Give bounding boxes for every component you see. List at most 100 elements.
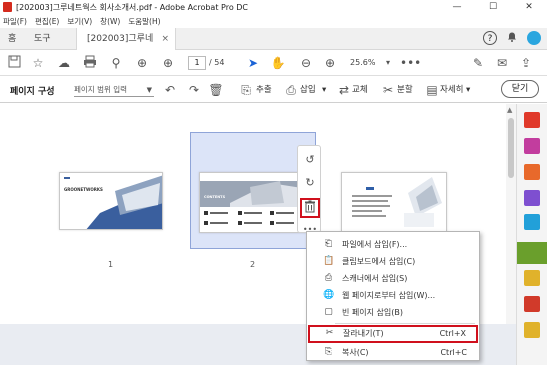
protect-icon[interactable]: [524, 296, 540, 312]
replace-icon: ⇄: [338, 83, 350, 97]
maximize-button[interactable]: ☐: [475, 0, 511, 14]
scissors-icon: ✂: [325, 328, 334, 338]
delete-page-button[interactable]: [300, 198, 320, 218]
menu-insert-blank-page[interactable]: ▢ 빈 페이지 삽입(B): [307, 304, 479, 321]
close-window-button[interactable]: ✕: [511, 0, 547, 14]
tab-bar: 홈 도구 [202003]그루네트... × ?: [0, 28, 547, 66]
export-pdf-icon[interactable]: [524, 214, 540, 230]
save-icon[interactable]: [6, 55, 22, 71]
notification-bell-icon[interactable]: [505, 31, 519, 45]
page-thumbnail-2[interactable]: CONTENTS: [199, 172, 307, 233]
page-thumbnail-1[interactable]: GROONETWORKS: [59, 172, 163, 230]
bookmark-star-icon[interactable]: ☆: [30, 55, 46, 71]
tab-home[interactable]: 홈: [8, 28, 16, 50]
menu-insert-from-file[interactable]: ⎗ 파일에서 삽입(F)...: [307, 236, 479, 253]
zoom-search-icon[interactable]: ⚲: [108, 55, 124, 71]
tab-close-button[interactable]: ×: [161, 28, 169, 50]
share-icon[interactable]: ⇪: [518, 55, 534, 71]
scroll-up-icon[interactable]: ▲: [507, 106, 512, 114]
page-range-select[interactable]: 페이지 범위 입력 ▼: [74, 83, 154, 97]
insert-icon: ⎙: [286, 83, 296, 97]
acrobat-logo-icon: [3, 2, 12, 12]
split-button[interactable]: 분할: [397, 83, 413, 97]
menu-separator: [335, 323, 475, 324]
page-2-heading: CONTENTS: [204, 195, 226, 199]
zoom-dropdown-icon[interactable]: ▾: [380, 55, 396, 71]
email-icon[interactable]: ✉: [494, 55, 510, 71]
zoom-out-icon[interactable]: ⊖: [298, 55, 314, 71]
fill-sign-icon[interactable]: [524, 190, 540, 206]
menu-bar: 파일(F) 편집(E) 보기(V) 창(W) 도움말(H): [0, 14, 547, 28]
right-tools-rail: [516, 104, 547, 365]
menu-insert-from-clipboard[interactable]: 📋 클립보드에서 삽입(C): [307, 253, 479, 270]
page-number-input[interactable]: 1: [188, 56, 206, 70]
page-total: / 54: [209, 58, 225, 67]
menu-view[interactable]: 보기(V): [67, 16, 92, 27]
prev-page-icon[interactable]: ⊕: [134, 55, 150, 71]
insert-button[interactable]: 삽입: [300, 83, 316, 97]
sign-pen-icon[interactable]: ✎: [470, 55, 486, 71]
help-icon[interactable]: ?: [483, 31, 497, 45]
print-icon[interactable]: [82, 55, 98, 71]
blank-page-icon: ▢: [324, 307, 333, 317]
menu-window[interactable]: 창(W): [100, 16, 120, 27]
user-avatar[interactable]: [527, 31, 541, 45]
page-2-contents-image: [200, 173, 306, 232]
cloud-upload-icon[interactable]: ☁: [56, 55, 72, 71]
create-pdf-icon[interactable]: [524, 112, 540, 128]
more-dropdown-icon[interactable]: ▾: [466, 83, 470, 97]
page-number-2: 2: [250, 260, 256, 269]
rotate-right-icon[interactable]: ↻: [302, 175, 318, 191]
menu-file[interactable]: 파일(F): [3, 16, 27, 27]
menu-copy[interactable]: ⎘ 복사(C) Ctrl+C: [307, 344, 479, 361]
hand-tool-icon[interactable]: ✋: [270, 55, 286, 71]
chevron-down-icon: ▼: [146, 86, 152, 94]
more-tools-icon[interactable]: •••: [400, 55, 421, 71]
redo-icon[interactable]: ↷: [186, 82, 202, 98]
organize-pages-icon[interactable]: [517, 242, 547, 264]
menu-cut[interactable]: ✂ 잘라내기(T) Ctrl+X: [308, 325, 478, 343]
close-organize-button[interactable]: 닫기: [501, 80, 539, 98]
menu-edit[interactable]: 편집(E): [35, 16, 59, 27]
more-button[interactable]: 자세히: [440, 83, 463, 97]
edit-pdf-icon[interactable]: [524, 164, 540, 180]
zoom-in-icon[interactable]: ⊕: [322, 55, 338, 71]
minimize-button[interactable]: —: [439, 0, 475, 14]
organize-title: 페이지 구성: [10, 87, 55, 97]
rotate-left-icon[interactable]: ↺: [302, 152, 318, 168]
page-number-1: 1: [108, 260, 114, 269]
clipboard-icon: 📋: [323, 256, 335, 266]
delete-page-icon[interactable]: 🗑: [208, 82, 224, 98]
organize-pages-bar: 페이지 구성 페이지 범위 입력 ▼ ↶ ↷ 🗑 ⎘ 추출 ⎙ 삽입 ▾ ⇄ 교…: [0, 77, 547, 103]
window-title: [202003]그루네트웍스 회사소개서.pdf - Adobe Acrobat…: [16, 2, 248, 12]
file-insert-icon: ⎗: [324, 239, 333, 249]
comment-icon[interactable]: [524, 138, 540, 154]
scrollbar-thumb[interactable]: [508, 118, 514, 178]
window-controls: — ☐ ✕: [439, 0, 547, 14]
select-cursor-icon[interactable]: ➤: [245, 55, 261, 71]
scan-ocr-icon[interactable]: [524, 322, 540, 338]
tab-tools[interactable]: 도구: [34, 28, 51, 50]
main-toolbar: ☆ ☁ ⚲ ⊕ ⊕ 1 / 54 ➤ ✋ ⊖ ⊕ 25.6% ▾ ••• ✎ ✉…: [0, 50, 547, 76]
page-1-cover-image: [60, 173, 162, 229]
page-range-placeholder: 페이지 범위 입력: [74, 85, 128, 94]
extract-button[interactable]: 추출: [256, 83, 272, 97]
menu-insert-from-web-page[interactable]: 🌐 웹 페이지로부터 삽입(W)...: [307, 287, 479, 304]
undo-icon[interactable]: ↶: [162, 82, 178, 98]
next-page-icon[interactable]: ⊕: [160, 55, 176, 71]
extract-icon: ⎘: [241, 83, 251, 97]
menu-insert-from-scanner[interactable]: ⎙ 스캐너에서 삽입(S): [307, 270, 479, 287]
page-thumbnail-3[interactable]: [341, 172, 447, 232]
web-page-icon: 🌐: [323, 290, 335, 300]
scanner-icon: ⎙: [324, 273, 333, 283]
trash-icon: [305, 200, 315, 213]
vertical-scrollbar[interactable]: ▲: [506, 104, 516, 324]
title-bar: [202003]그루네트웍스 회사소개서.pdf - Adobe Acrobat…: [0, 0, 547, 14]
menu-help[interactable]: 도움말(H): [128, 16, 160, 27]
replace-button[interactable]: 교체: [352, 83, 368, 97]
page-1-brand: GROONETWORKS: [64, 187, 103, 192]
insert-dropdown-icon[interactable]: ▾: [322, 83, 326, 97]
compress-icon[interactable]: [524, 270, 540, 286]
copy-icon: ⎘: [324, 347, 333, 357]
tab-document[interactable]: [202003]그루네트... ×: [76, 28, 176, 66]
